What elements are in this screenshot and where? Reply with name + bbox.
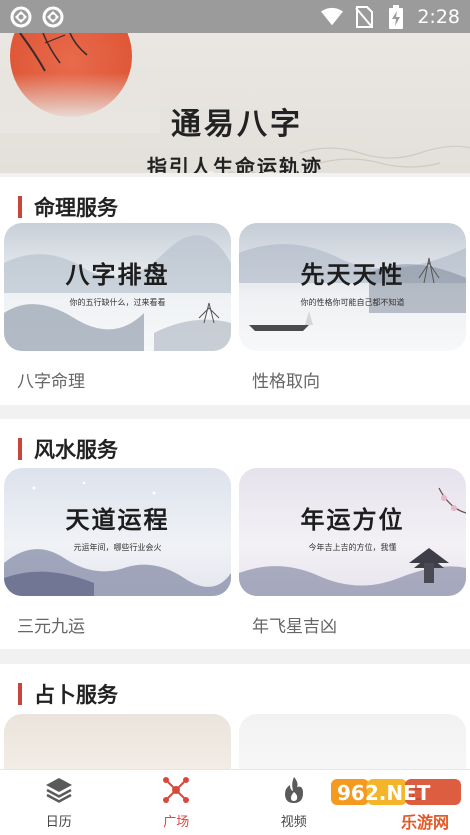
card-subtitle: 元运年间，哪些行业会火: [73, 543, 162, 552]
card-divination-2[interactable]: [239, 714, 466, 774]
section-title: 风水服务: [34, 438, 118, 462]
section-header: 命理服务: [18, 192, 118, 222]
battery-charging-icon: [385, 4, 407, 29]
card-heavenly-fortune[interactable]: 天道运程 元运年间，哪些行业会火: [4, 468, 231, 596]
status-time: 2:28: [417, 5, 460, 28]
bamboo-branch-illustration: [19, 33, 88, 72]
carousel-dot[interactable]: [227, 171, 236, 173]
watermark-tagline: 乐游网: [401, 813, 450, 832]
nav-square[interactable]: 广场: [118, 770, 236, 835]
section-divination-services: 占卜服务: [0, 664, 470, 774]
card-subtitle: 你的五行缺什么，过来看看: [69, 298, 166, 307]
nav-label: 日历: [45, 815, 72, 830]
card-label[interactable]: 年飞星吉凶: [252, 612, 337, 637]
section-title: 命理服务: [34, 196, 118, 220]
accent-bar: [18, 683, 22, 705]
site-watermark: 962.NET 乐游网: [331, 776, 466, 832]
nav-label: 视频: [280, 815, 307, 830]
accent-bar: [18, 196, 22, 218]
app-notification-icon: [42, 6, 64, 28]
card-title: 先天天性: [300, 261, 405, 289]
card-label[interactable]: 性格取向: [252, 367, 320, 392]
carousel-dot[interactable]: [248, 171, 257, 173]
section-header: 占卜服务: [18, 679, 118, 709]
section-fengshui-services: 风水服务 天道运程 元运年间，哪些行业会火 三元九运 年运方位 今年吉上吉的方位…: [0, 419, 470, 649]
banner-carousel[interactable]: 通易八字 指引人生命运轨迹: [0, 33, 470, 173]
watermark-brand: 962.NET: [337, 781, 431, 805]
carousel-dot[interactable]: [206, 171, 215, 173]
section-fortune-services: 命理服务 八字排盘 你的五行缺什么，过来看看 八字命理 先天天性 你的性格你可能…: [0, 177, 470, 405]
layers-icon: [44, 775, 74, 805]
card-title: 年运方位: [300, 506, 405, 534]
flame-icon: [279, 775, 309, 805]
nav-calendar[interactable]: 日历: [0, 770, 118, 835]
card-title: 天道运程: [65, 506, 170, 534]
card-bazi-chart[interactable]: 八字排盘 你的五行缺什么，过来看看: [4, 223, 231, 351]
wifi-icon: [321, 6, 344, 28]
card-divination-1[interactable]: [4, 714, 231, 774]
card-yearly-direction[interactable]: 年运方位 今年吉上吉的方位，我懂: [239, 468, 466, 596]
network-nodes-icon: [161, 775, 191, 805]
section-title: 占卜服务: [34, 683, 118, 707]
card-title: 八字排盘: [65, 261, 170, 289]
section-header: 风水服务: [18, 434, 118, 464]
no-sim-icon: [353, 5, 375, 28]
carousel-indicator: [206, 171, 257, 173]
card-innate-nature[interactable]: 先天天性 你的性格你可能自己都不知道: [239, 223, 466, 351]
card-label[interactable]: 八字命理: [17, 367, 85, 392]
nav-label: 广场: [163, 815, 190, 830]
card-label[interactable]: 三元九运: [17, 612, 85, 637]
app-notification-icon: [10, 6, 32, 28]
status-bar: 2:28: [0, 0, 470, 33]
accent-bar: [18, 438, 22, 460]
card-subtitle: 今年吉上吉的方位，我懂: [308, 543, 397, 552]
wave-decoration: [299, 145, 470, 168]
card-subtitle: 你的性格你可能自己都不知道: [300, 298, 405, 307]
